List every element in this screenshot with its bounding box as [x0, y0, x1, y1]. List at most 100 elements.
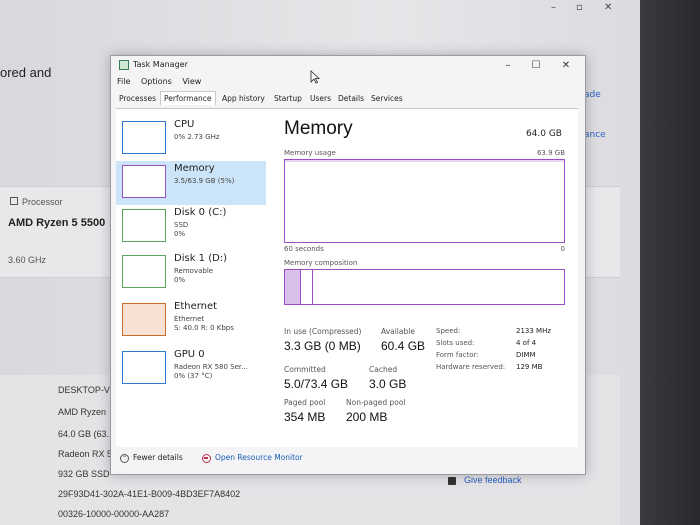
cpu-thumbnail-graph [122, 121, 166, 154]
committed-label: Committed [284, 365, 326, 374]
bg-link-mid[interactable]: ance [584, 130, 606, 140]
bg-close-button[interactable]: ✕ [604, 2, 612, 13]
bg-link-top[interactable]: ade [584, 90, 601, 100]
tab-processes[interactable]: Processes [116, 93, 159, 104]
available-value: 60.4 GB [381, 339, 426, 353]
sidebar-item-memory[interactable]: Memory 3.5/63.9 GB (5%) [116, 161, 266, 205]
sidebar-item-ethernet[interactable]: Ethernet Ethernet S: 40.0 R: 0 Kbps [116, 299, 266, 343]
tab-details[interactable]: Details [335, 93, 367, 104]
disk-1-thumbnail-graph [122, 255, 166, 288]
bg-minimize-button[interactable]: – [551, 2, 556, 13]
processor-label: Processor [10, 197, 63, 207]
bg-maximize-button[interactable]: ▫ [576, 2, 583, 13]
processor-speed: 3.60 GHz [8, 255, 47, 265]
memory-usage-label: Memory usage [284, 149, 336, 157]
memory-detail-pane: Memory 64.0 GB Memory usage 63.9 GB 60 s… [276, 109, 576, 447]
title-bar[interactable]: Task Manager – ☐ ✕ [111, 56, 585, 78]
tab-app-history[interactable]: App history [219, 93, 268, 104]
fewer-details-button[interactable]: ⌃ Fewer details [120, 453, 183, 463]
tab-services[interactable]: Services [368, 93, 406, 104]
spec-line: 00326-10000-00000-AA287 [58, 509, 170, 519]
memory-composition-bar[interactable] [284, 269, 565, 305]
performance-panel: CPU 0% 2.73 GHz Memory 3.5/63.9 GB (5%) … [116, 108, 578, 447]
slots-key: Slots used: [436, 339, 475, 347]
sidebar-item-gpu-0[interactable]: GPU 0 Radeon RX 580 Ser... 0% (37 °C) [116, 347, 266, 391]
spec-line: 64.0 GB (63. [58, 429, 110, 439]
spec-line: DESKTOP-V2 [58, 385, 115, 395]
bg-heading-fragment: ored and [0, 65, 52, 80]
resource-monitor-icon [202, 453, 211, 463]
sidebar-item-label: GPU 0 [174, 349, 205, 360]
maximize-button[interactable]: ☐ [529, 60, 543, 71]
task-manager-icon [119, 60, 129, 70]
disk-0-thumbnail-graph [122, 209, 166, 242]
tab-performance[interactable]: Performance [160, 91, 216, 105]
give-feedback-link[interactable]: Give feedback [448, 475, 522, 485]
sidebar-item-disk-0[interactable]: Disk 0 (C:) SSD 0% [116, 205, 266, 249]
memory-composition-label: Memory composition [284, 259, 358, 267]
menu-view[interactable]: View [182, 77, 201, 86]
sidebar-item-cpu[interactable]: CPU 0% 2.73 GHz [116, 117, 266, 161]
sidebar-item-detail: SSD [174, 221, 189, 229]
sidebar-item-label: Disk 1 (D:) [174, 253, 228, 264]
memory-usage-max: 63.9 GB [536, 149, 565, 157]
usage-fill [285, 160, 564, 162]
form-factor-value: DIMM [516, 351, 536, 359]
close-button[interactable]: ✕ [559, 60, 573, 71]
desktop-edge [640, 0, 700, 525]
spec-line: 932 GB SSD [58, 469, 110, 479]
sidebar-item-detail: 3.5/63.9 GB (5%) [174, 177, 235, 185]
memory-usage-graph [284, 159, 565, 243]
spec-line: 29F93D41-302A-41E1-B009-4BD3EF7A8402 [58, 489, 241, 499]
sidebar-item-label: Disk 0 (C:) [174, 207, 227, 218]
ethernet-thumbnail-graph [122, 303, 166, 336]
spec-line: AMD Ryzen [58, 407, 107, 417]
in-use-value: 3.3 GB (0 MB) [284, 339, 361, 353]
sidebar-item-label: CPU [174, 119, 195, 130]
processor-name: AMD Ryzen 5 5500 [8, 217, 106, 229]
available-label: Available [381, 327, 415, 336]
in-use-label: In use (Compressed) [284, 327, 362, 336]
cached-value: 3.0 GB [369, 377, 407, 391]
non-paged-pool-label: Non-paged pool [346, 398, 406, 407]
feedback-icon [448, 476, 456, 485]
tab-startup[interactable]: Startup [271, 93, 305, 104]
window-title: Task Manager [133, 60, 188, 69]
sidebar-item-disk-1[interactable]: Disk 1 (D:) Removable 0% [116, 251, 266, 295]
task-manager-window: Task Manager – ☐ ✕ File Options View Pro… [110, 55, 586, 475]
mouse-cursor-icon [310, 70, 320, 84]
menu-bar: File Options View [117, 77, 209, 86]
spec-line: Radeon RX 5 [58, 449, 113, 459]
minimize-button[interactable]: – [501, 60, 515, 71]
sidebar-item-label: Memory [174, 163, 215, 174]
hardware-reserved-key: Hardware reserved: [436, 363, 506, 371]
speed-value: 2133 MHz [516, 327, 552, 335]
sidebar-item-detail: 0% (37 °C) [174, 372, 213, 380]
footer-bar: ⌃ Fewer details Open Resource Monitor [116, 448, 578, 470]
open-resource-monitor-link[interactable]: Open Resource Monitor [202, 453, 303, 463]
form-factor-key: Form factor: [436, 351, 479, 359]
composition-modified [301, 270, 313, 304]
sidebar-item-detail: 0% 2.73 GHz [174, 133, 220, 141]
graph-time-left: 60 seconds [284, 245, 324, 253]
cached-label: Cached [369, 365, 398, 374]
graph-time-right: 0 [560, 245, 565, 253]
non-paged-pool-value: 200 MB [346, 410, 388, 424]
paged-pool-value: 354 MB [284, 410, 326, 424]
tab-users[interactable]: Users [307, 93, 334, 104]
memory-thumbnail-graph [122, 165, 166, 198]
hardware-reserved-value: 129 MB [516, 363, 543, 371]
sidebar-item-detail: Ethernet [174, 315, 205, 323]
gpu-thumbnail-graph [122, 351, 166, 384]
sidebar-item-detail: S: 40.0 R: 0 Kbps [174, 324, 234, 332]
processor-icon [10, 197, 18, 205]
sidebar-item-detail: Radeon RX 580 Ser... [174, 363, 248, 371]
menu-options[interactable]: Options [141, 77, 172, 86]
slots-value: 4 of 4 [516, 339, 537, 347]
sidebar-item-detail: Removable [174, 267, 214, 275]
memory-heading: Memory [284, 118, 353, 139]
menu-file[interactable]: File [117, 77, 130, 86]
chevron-up-icon: ⌃ [120, 453, 129, 463]
memory-total: 64.0 GB [525, 129, 562, 139]
speed-key: Speed: [436, 327, 461, 335]
